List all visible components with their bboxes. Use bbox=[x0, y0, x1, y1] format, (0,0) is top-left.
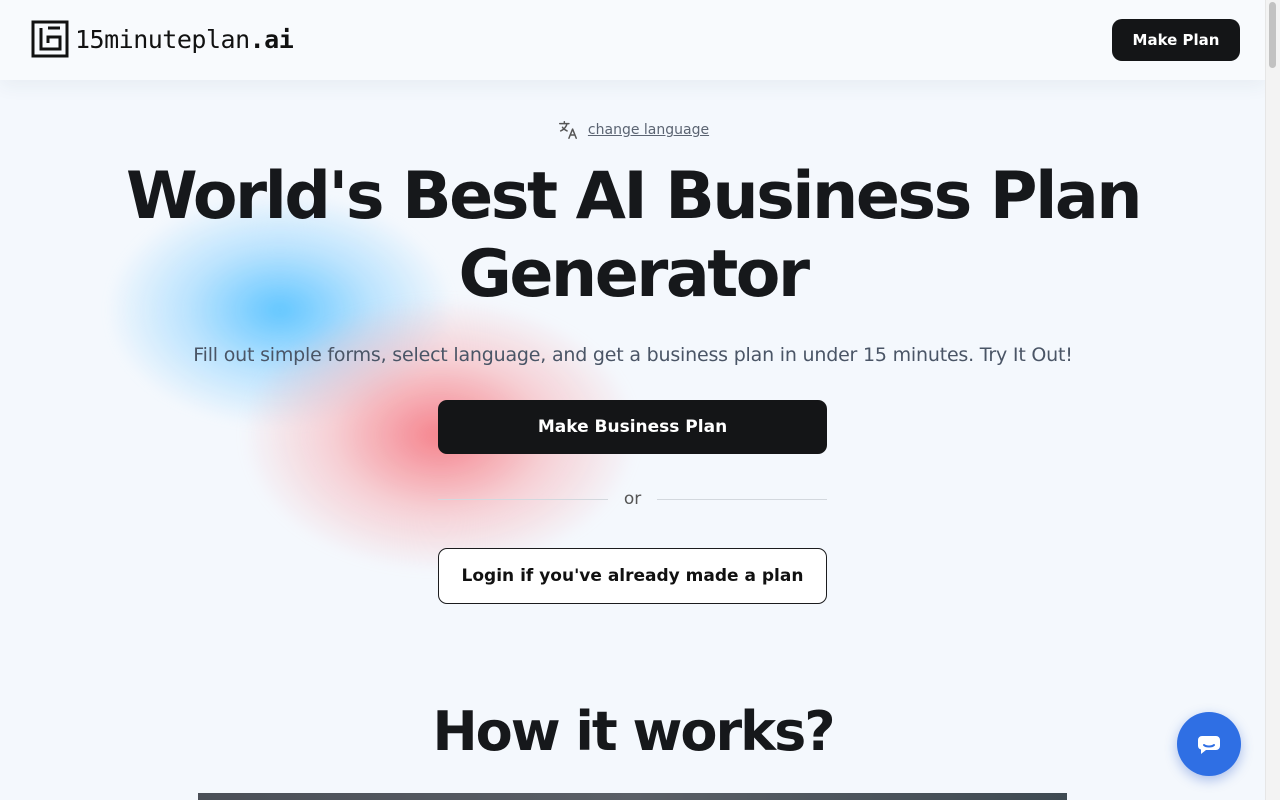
login-button[interactable]: Login if you've already made a plan bbox=[438, 548, 827, 604]
logo-mark-icon bbox=[31, 20, 69, 58]
logo[interactable]: 15minuteplan.ai bbox=[31, 20, 294, 58]
how-it-works-title: How it works? bbox=[432, 700, 835, 763]
scrollbar[interactable] bbox=[1265, 0, 1280, 800]
page: 15minuteplan.ai Make Plan change languag… bbox=[0, 0, 1280, 800]
hero-title: World's Best AI Business Plan Generator bbox=[126, 159, 1142, 312]
hero-subtitle: Fill out simple forms, select language, … bbox=[193, 344, 1073, 366]
change-language-link[interactable]: change language bbox=[588, 122, 709, 138]
logo-text: 15minuteplan.ai bbox=[75, 24, 294, 54]
divider-line-right bbox=[657, 498, 828, 500]
site-header: 15minuteplan.ai Make Plan bbox=[0, 0, 1266, 80]
divider-line-left bbox=[438, 498, 608, 500]
divider-text: or bbox=[623, 489, 642, 509]
make-plan-button[interactable]: Make Plan bbox=[1112, 19, 1240, 61]
language-switcher: change language bbox=[0, 119, 1266, 141]
or-divider: or bbox=[438, 489, 828, 509]
chat-button[interactable] bbox=[1177, 712, 1241, 776]
chat-icon bbox=[1198, 736, 1220, 754]
scrollbar-thumb[interactable] bbox=[1269, 2, 1276, 68]
make-business-plan-button[interactable]: Make Business Plan bbox=[438, 400, 827, 454]
how-it-works-preview bbox=[198, 793, 1067, 800]
translate-icon bbox=[558, 121, 577, 139]
